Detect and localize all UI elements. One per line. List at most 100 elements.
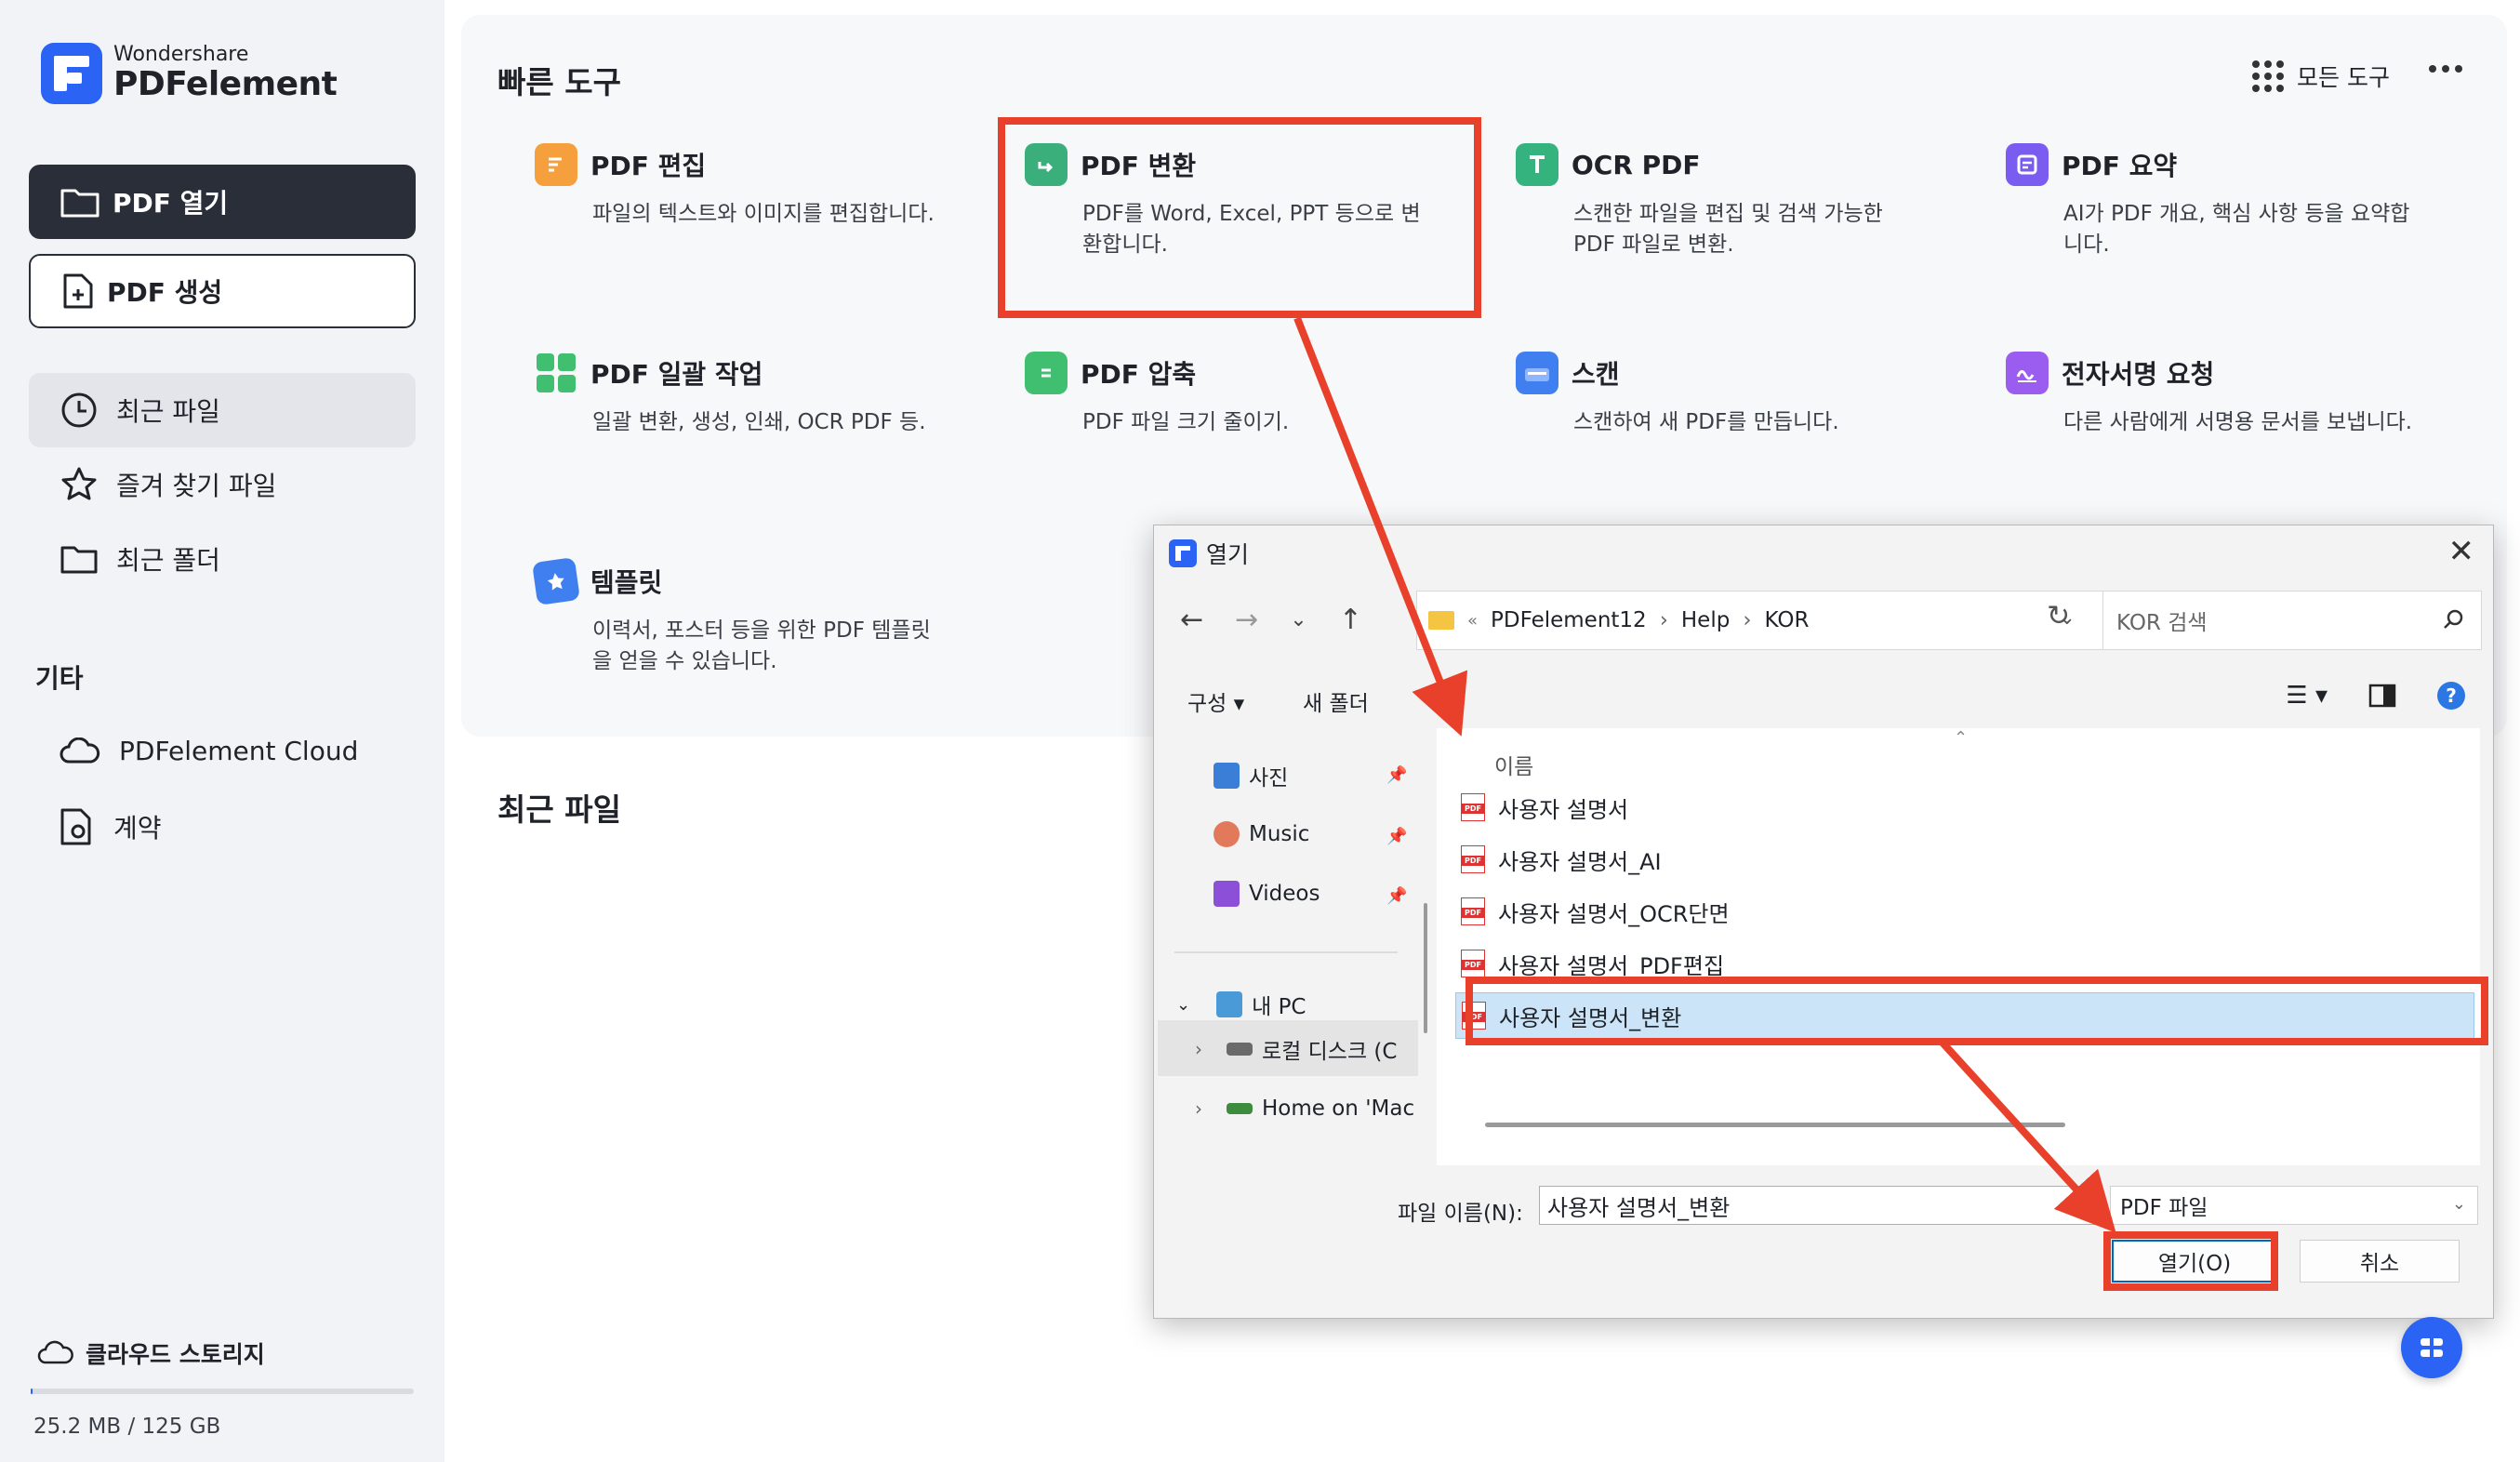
- tool-template[interactable]: 템플릿 이력서, 포스터 등을 위한 PDF 템플릿을 얻을 수 있습니다.: [532, 557, 972, 677]
- tool-esign[interactable]: 전자서명 요청 다른 사람에게 서명용 문서를 보냅니다.: [2006, 352, 2443, 438]
- chevron-down-icon: ⌄: [2451, 1194, 2466, 1214]
- back-arrow-icon[interactable]: ←: [1180, 604, 1203, 636]
- sidebar-item-recent-folders[interactable]: 최근 폴더: [29, 522, 416, 596]
- chevron-right-icon[interactable]: ›: [1195, 1097, 1202, 1120]
- tool-pdf-edit[interactable]: PDF 편집 파일의 텍스트와 이미지를 편집합니다.: [535, 143, 972, 230]
- nav-item-label: 내 PC: [1252, 995, 1306, 1019]
- pin-icon: 📌: [1386, 886, 1408, 906]
- clock-icon: [61, 392, 97, 428]
- nav-scrollbar[interactable]: [1424, 903, 1427, 1033]
- file-type-value: PDF 파일: [2120, 1196, 2208, 1220]
- tool-title: PDF 요약: [2062, 151, 2178, 181]
- sidebar-item-favorites[interactable]: 즐겨 찾기 파일: [29, 447, 416, 522]
- tool-ocr-pdf[interactable]: OCR PDF 스캔한 파일을 편집 및 검색 가능한 PDF 파일로 변환.: [1516, 143, 1953, 260]
- pin-icon: 📌: [1386, 765, 1408, 785]
- dialog-toolbar: 구성 ▾ 새 폴더 ☰ ▾ ?: [1154, 672, 2493, 728]
- up-arrow-icon[interactable]: ↑: [1339, 604, 1362, 636]
- sidebar-item-recent-files[interactable]: 최근 파일: [29, 373, 416, 447]
- file-name-input[interactable]: 사용자 설명서_변환: [1539, 1186, 2102, 1225]
- breadcrumb-item[interactable]: KOR: [1765, 608, 1810, 632]
- file-row[interactable]: 사용자 설명서_AI: [1455, 836, 2474, 883]
- nav-item-network-drive[interactable]: › Home on 'Mac: [1195, 1096, 1414, 1121]
- sidebar-item-contract[interactable]: 계약: [60, 807, 162, 846]
- all-tools-button[interactable]: 모든 도구: [2252, 60, 2390, 93]
- cloud-icon: [60, 737, 100, 763]
- nav-item-local-disk[interactable]: › 로컬 디스크 (C: [1195, 1033, 1397, 1065]
- pdfelement-logo-icon: [1169, 539, 1197, 567]
- file-row[interactable]: 사용자 설명서: [1455, 784, 2474, 831]
- new-folder-button[interactable]: 새 폴더: [1303, 685, 1369, 717]
- highlight-open-button: [2103, 1231, 2278, 1291]
- file-list-scrollbar[interactable]: [1485, 1123, 2065, 1127]
- chevron-right-icon[interactable]: ›: [1195, 1038, 1202, 1060]
- nav-item-videos[interactable]: Videos: [1214, 881, 1320, 907]
- refresh-icon[interactable]: ↻: [2047, 600, 2070, 632]
- tool-desc: 파일의 텍스트와 이미지를 편집합니다.: [592, 202, 935, 226]
- navigation-buttons: ← → ⌄ ↑: [1180, 604, 1362, 636]
- nav-item-label: Videos: [1249, 882, 1320, 906]
- tool-desc: 스캔하여 새 PDF를 만듭니다.: [1573, 410, 1839, 434]
- recent-files-title: 최근 파일: [497, 791, 621, 828]
- tool-batch[interactable]: PDF 일괄 작업 일괄 변환, 생성, 인쇄, OCR PDF 등.: [535, 352, 972, 438]
- search-input[interactable]: KOR 검색: [2102, 591, 2482, 650]
- dialog-titlebar: 열기: [1169, 537, 1249, 570]
- photos-icon: [1214, 763, 1240, 789]
- open-file-dialog: 열기 ✕ ← → ⌄ ↑ « PDFelement12 › Help › KOR…: [1153, 525, 2494, 1319]
- tool-desc: AI가 PDF 개요, 핵심 사항 등을 요약합니다.: [2063, 202, 2410, 257]
- create-pdf-label: PDF 생성: [107, 277, 223, 308]
- tool-desc: 이력서, 포스터 등을 위한 PDF 템플릿을 얻을 수 있습니다.: [592, 618, 931, 673]
- chevron-down-icon[interactable]: ⌄: [1290, 608, 1306, 631]
- column-header-name[interactable]: 이름: [1494, 749, 1533, 780]
- assistant-floating-button[interactable]: [2401, 1317, 2462, 1378]
- storage-progress-fill: [31, 1389, 33, 1394]
- disk-icon: [1227, 1043, 1253, 1056]
- cancel-button[interactable]: 취소: [2300, 1240, 2460, 1283]
- nav-item-this-pc[interactable]: ⌄ 내 PC: [1176, 989, 1306, 1020]
- pin-icon: 📌: [1386, 827, 1408, 846]
- address-bar[interactable]: « PDFelement12 › Help › KOR ⌄: [1416, 591, 2132, 650]
- file-name: 사용자 설명서_PDF편집: [1498, 952, 1725, 979]
- storage-usage-text: 25.2 MB / 125 GB: [33, 1415, 221, 1439]
- sidebar: Wondershare PDFelement PDF 열기 PDF 생성 최근 …: [0, 0, 444, 1462]
- open-pdf-button[interactable]: PDF 열기: [29, 165, 416, 239]
- breadcrumb-item[interactable]: PDFelement12: [1491, 608, 1647, 632]
- tool-pdf-summary[interactable]: PDF 요약 AI가 PDF 개요, 핵심 사항 등을 요약합니다.: [2006, 143, 2443, 260]
- tool-compress[interactable]: PDF 압축 PDF 파일 크기 줄이기.: [1025, 352, 1462, 438]
- organize-button[interactable]: 구성 ▾: [1187, 685, 1244, 717]
- music-icon: [1214, 821, 1240, 847]
- preview-pane-icon[interactable]: [2368, 684, 2396, 708]
- nav-item-label: Home on 'Mac: [1262, 1096, 1415, 1121]
- open-pdf-label: PDF 열기: [113, 188, 229, 219]
- nav-item-label: 로컬 디스크 (C: [1262, 1040, 1398, 1064]
- forward-arrow-icon[interactable]: →: [1235, 604, 1258, 636]
- nav-item-photos[interactable]: 사진: [1214, 760, 1288, 791]
- create-pdf-button[interactable]: PDF 생성: [29, 254, 416, 328]
- summary-icon: [2006, 143, 2049, 186]
- tool-scan[interactable]: 스캔 스캔하여 새 PDF를 만듭니다.: [1516, 352, 1953, 438]
- nav-item-music[interactable]: Music: [1214, 821, 1309, 847]
- app-logo: Wondershare PDFelement: [41, 43, 338, 104]
- breadcrumb-item[interactable]: Help: [1681, 608, 1730, 632]
- chevron-down-icon[interactable]: ⌄: [1176, 995, 1190, 1015]
- close-icon[interactable]: ✕: [2448, 533, 2475, 570]
- tool-title: 템플릿: [590, 567, 663, 598]
- chevron-right-icon: ›: [1743, 608, 1752, 632]
- storage-title: 클라우드 스토리지: [86, 1341, 265, 1368]
- folder-icon: [60, 189, 99, 218]
- file-name: 사용자 설명서: [1498, 796, 1629, 823]
- file-row[interactable]: 사용자 설명서_OCR단면: [1455, 888, 2474, 935]
- all-tools-label: 모든 도구: [2297, 64, 2390, 91]
- tool-title: PDF 일괄 작업: [590, 359, 763, 390]
- tool-desc: 다른 사람에게 서명용 문서를 보냅니다.: [2063, 410, 2413, 434]
- cloud-storage-label[interactable]: 클라우드 스토리지: [37, 1336, 265, 1370]
- file-type-select[interactable]: PDF 파일 ⌄: [2110, 1186, 2478, 1225]
- view-list-icon[interactable]: ☰ ▾: [2286, 682, 2328, 710]
- chevron-right-icon: ›: [1659, 608, 1668, 632]
- help-icon[interactable]: ?: [2437, 682, 2465, 710]
- file-name: 사용자 설명서_OCR단면: [1498, 900, 1730, 927]
- scanner-icon: [1516, 352, 1558, 394]
- pdf-file-icon: [1461, 793, 1485, 821]
- sidebar-item-cloud[interactable]: PDFelement Cloud: [60, 736, 358, 766]
- network-drive-icon: [1227, 1103, 1253, 1114]
- more-options-icon[interactable]: [2429, 65, 2462, 73]
